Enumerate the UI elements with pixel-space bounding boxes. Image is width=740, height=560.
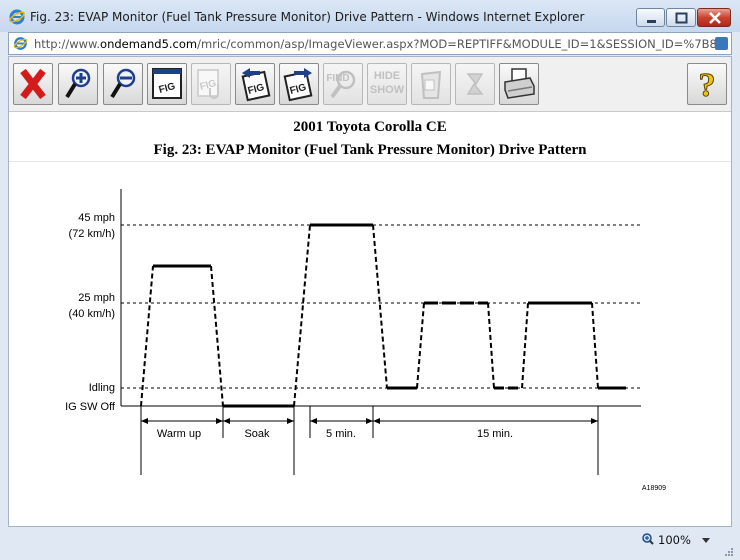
close-icon xyxy=(709,12,721,24)
title-bar: Fig. 23: EVAP Monitor (Fuel Tank Pressur… xyxy=(0,0,740,32)
minimize-icon xyxy=(647,20,656,23)
accel-3 xyxy=(521,302,529,389)
phase-markers xyxy=(140,406,599,475)
ie-page-icon xyxy=(13,37,28,50)
maximize-button[interactable] xyxy=(666,8,696,27)
warmup-accel xyxy=(140,265,154,407)
zoom-dropdown-icon[interactable] xyxy=(702,538,710,543)
y-label-45mph: 45 mph xyxy=(78,212,115,224)
url-prefix: http://www. xyxy=(34,37,101,51)
address-bar[interactable]: http://www.ondemand5.com/mric/common/asp… xyxy=(8,32,732,55)
decel-3 xyxy=(591,302,599,389)
status-bar: 100% xyxy=(0,527,740,560)
decel-2 xyxy=(487,302,495,389)
drive-pattern-diagram: 45 mph (72 km/h) 25 mph (40 km/h) Idling… xyxy=(65,189,666,492)
window-title: Fig. 23: EVAP Monitor (Fuel Tank Pressur… xyxy=(30,10,585,24)
maximize-icon xyxy=(675,12,688,24)
figure-ref-code: A18909 xyxy=(642,485,666,492)
zoom-icon[interactable] xyxy=(642,533,654,545)
speed-trace xyxy=(140,223,626,408)
warmup-decel xyxy=(210,265,224,407)
y-label-idling: Idling xyxy=(89,382,115,394)
resize-grip-icon[interactable] xyxy=(724,547,734,557)
y-label-25mph: 25 mph xyxy=(78,292,115,304)
phase-label-5min: 5 min. xyxy=(326,428,356,440)
phase-label-15min: 15 min. xyxy=(477,428,513,440)
run-decel xyxy=(372,224,388,389)
url-path: /mric/common/asp/ImageViewer.aspx?MOD=RE… xyxy=(197,37,718,51)
address-url[interactable]: http://www.ondemand5.com/mric/common/asp… xyxy=(34,37,718,51)
zoom-level[interactable]: 100% xyxy=(658,533,691,547)
ie-logo-icon xyxy=(9,9,25,25)
page-content: FIG FIG FIG FIG FIND HIDE SHOW ? 2001 To… xyxy=(8,56,732,527)
compatibility-view-icon[interactable] xyxy=(715,37,728,50)
close-button[interactable] xyxy=(697,8,731,27)
minimize-button[interactable] xyxy=(636,8,665,27)
y-label-ig-sw-off: IG SW Off xyxy=(65,401,116,413)
y-label-40kmh: (40 km/h) xyxy=(69,308,115,320)
accel-2 xyxy=(416,302,425,389)
url-host: ondemand5.com xyxy=(100,37,198,51)
y-label-72kmh: (72 km/h) xyxy=(69,228,115,240)
phase-label-warmup: Warm up xyxy=(157,428,201,440)
run-accel xyxy=(293,224,311,407)
phase-label-soak: Soak xyxy=(244,428,270,440)
